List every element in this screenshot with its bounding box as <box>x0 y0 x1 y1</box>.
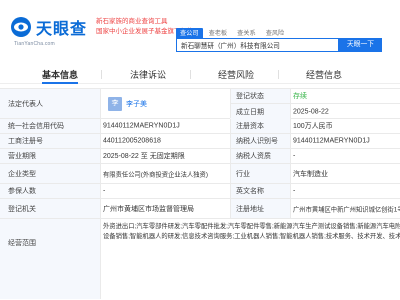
legal-rep-name[interactable]: 李子美 <box>126 99 147 109</box>
search-box <box>176 38 339 52</box>
table-value: 91440112MAERYN0D1J <box>293 137 370 145</box>
scope-line-1: 外资进出口;汽车零部件研发;汽车零配件批发;汽车零配件零售;新能源汽车生产测试设… <box>103 223 400 230</box>
divider <box>230 89 231 118</box>
divider <box>230 134 231 148</box>
divider <box>100 199 101 218</box>
table-label: 登记状态 <box>230 89 290 104</box>
nav-divider <box>101 70 102 79</box>
table-row: 营业期限 2025-08-22 至 无固定期限 纳税人资质 - <box>0 149 400 164</box>
divider <box>230 184 231 198</box>
table-row: 企业类型 有限责任公司(外商投资企业法人独资) 行业 汽车制造业 <box>0 164 400 184</box>
table-label: 登记机关 <box>0 199 100 218</box>
table-value: 有限责任公司(外商投资企业法人独资) <box>103 171 208 178</box>
divider <box>230 119 231 133</box>
table-row: 参保人数 - 英文名称 - <box>0 184 400 199</box>
table-label: 英文名称 <box>230 184 290 198</box>
divider <box>230 164 231 183</box>
logo[interactable]: 天眼查 TianYanCha.com <box>10 14 96 48</box>
table-value: 广州市黄埔区市场监督管理局 <box>103 205 194 213</box>
table-row: 经营范围 外资进出口;汽车零部件研发;汽车零配件批发;汽车零配件零售;新能源汽车… <box>0 219 400 299</box>
info-table: 法定代表人 李 李子美 登记状态 存续 成立日期 2025-08-22 统一社会… <box>0 88 400 299</box>
table-label: 营业期限 <box>0 149 100 163</box>
table-label: 注册地址 <box>230 199 290 218</box>
table-value: 汽车制造业 <box>293 170 328 178</box>
table-label: 工商注册号 <box>0 134 100 148</box>
divider <box>230 149 231 163</box>
divider <box>290 199 291 218</box>
table-value: 2025-08-22 至 无固定期限 <box>103 153 185 160</box>
divider <box>230 199 231 218</box>
table-value: 440112005208618 <box>103 137 161 145</box>
table-label: 纳税人识别号 <box>230 134 290 148</box>
table-value: 91440112MAERYN0D1J <box>103 122 180 130</box>
avatar: 李 <box>108 97 122 111</box>
divider <box>100 184 101 198</box>
nav-operation[interactable]: 经营信息 <box>306 68 342 81</box>
logo-text: 天眼查 <box>36 21 88 38</box>
divider <box>290 134 291 148</box>
nav-risk[interactable]: 经营风险 <box>218 68 254 81</box>
divider <box>290 164 291 183</box>
nav-basic-info[interactable]: 基本信息 <box>42 68 78 81</box>
divider <box>290 184 291 198</box>
divider <box>100 164 101 183</box>
scope-line-2: 设备销售;智能机器人的研发;信息技术咨询服务;工业机器人销售;智能机器人销售;技… <box>103 233 400 240</box>
table-label: 参保人数 <box>0 184 100 198</box>
business-scope: 外资进出口;汽车零部件研发;汽车零配件批发;汽车零配件零售;新能源汽车生产测试设… <box>100 219 400 299</box>
nav-divider <box>278 70 279 79</box>
table-value: 2025-08-22 <box>293 108 329 115</box>
divider <box>100 219 101 299</box>
table-value: - <box>293 152 296 160</box>
nav-active-underline <box>42 82 78 84</box>
table-label: 成立日期 <box>230 104 290 119</box>
header: 天眼查 TianYanCha.com 新石家族的商业查询工具 国家中小企业发展子… <box>0 0 400 56</box>
table-value: 100万人民币 <box>293 123 333 130</box>
nav-divider <box>190 70 191 79</box>
table-value: 存续 <box>290 89 400 104</box>
table-value: - <box>293 187 296 195</box>
logo-url: TianYanCha.com <box>14 41 55 47</box>
search-input[interactable] <box>177 39 338 51</box>
table-label: 纳税人资质 <box>230 149 290 163</box>
divider <box>290 89 291 118</box>
table-value: - <box>103 187 106 195</box>
section-nav: 基本信息 法律诉讼 经营风险 经营信息 <box>0 64 400 84</box>
table-row: 法定代表人 李 李子美 登记状态 存续 成立日期 2025-08-22 <box>0 89 400 119</box>
table-label: 注册资本 <box>230 119 290 133</box>
slogan-line-1: 新石家族的商业查询工具 <box>96 18 168 25</box>
table-row: 统一社会信用代码 91440112MAERYN0D1J 注册资本 100万人民币 <box>0 119 400 134</box>
table-label: 经营范围 <box>0 219 100 299</box>
table-label: 企业类型 <box>0 164 100 183</box>
divider <box>100 89 101 118</box>
table-label: 统一社会信用代码 <box>0 119 100 133</box>
status-badge: 存续 <box>293 93 307 100</box>
nav-legal[interactable]: 法律诉讼 <box>130 68 166 81</box>
table-row: 工商注册号 440112005208618 纳税人识别号 91440112MAE… <box>0 134 400 149</box>
eye-logo-icon <box>11 17 31 37</box>
divider <box>100 134 101 148</box>
divider <box>100 119 101 133</box>
table-row: 登记机关 广州市黄埔区市场监督管理局 注册地址 广州市黄埔区中新广州知识城亿创街… <box>0 199 400 219</box>
divider <box>290 119 291 133</box>
table-label: 行业 <box>230 164 290 183</box>
search-button[interactable]: 天眼一下 <box>339 38 382 52</box>
divider <box>100 149 101 163</box>
table-label: 法定代表人 <box>0 89 100 118</box>
divider <box>290 149 291 163</box>
table-value: 广州市黄埔区中新广州知识城亿创街1号406房之899号 <box>293 206 400 213</box>
